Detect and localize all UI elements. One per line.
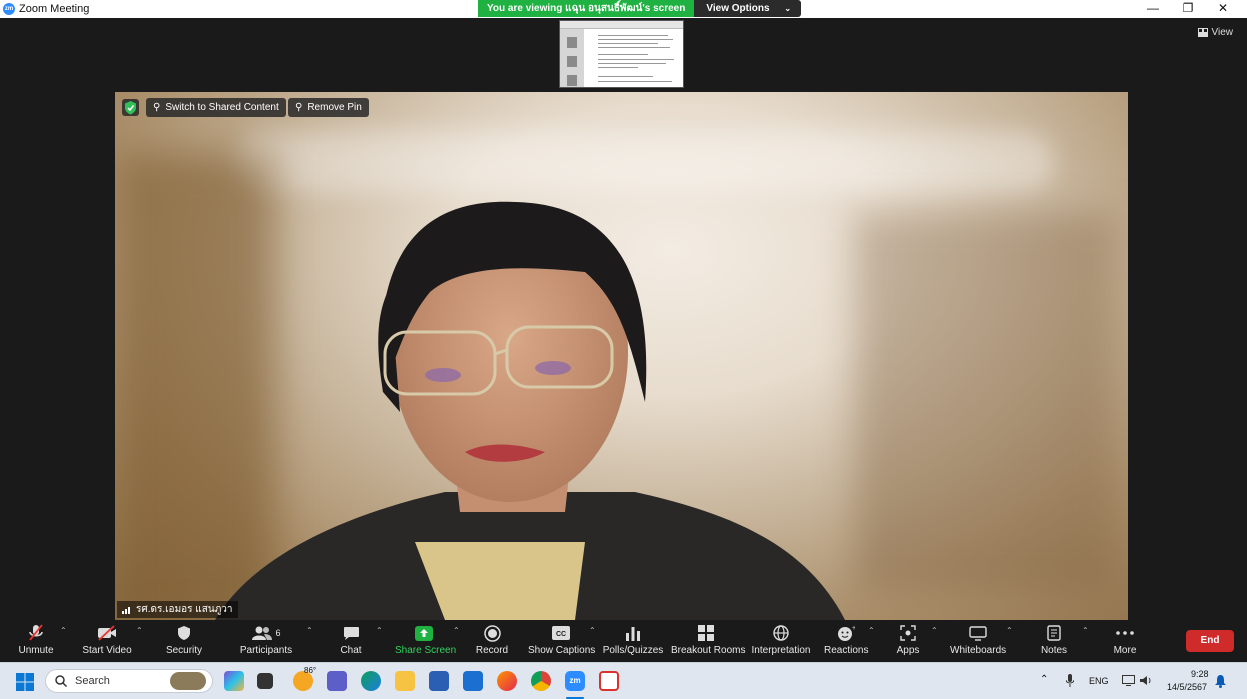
restore-button[interactable]: ❐ [1171,0,1205,18]
mail-icon[interactable] [463,671,483,691]
shield-icon [122,99,139,116]
pdf-reader-icon[interactable] [599,671,619,691]
share-screen-icon [415,625,433,641]
whiteboards-options-caret[interactable]: ⌃ [1002,622,1013,662]
notes-options-caret[interactable]: ⌃ [1078,622,1089,662]
remove-pin-label: Remove Pin [307,102,362,113]
taskbar-search[interactable]: Search [45,669,213,693]
breakout-rooms-button[interactable]: Breakout Rooms [671,622,745,662]
firefox-icon[interactable] [497,671,517,691]
windows-taskbar: Search 86° zm ⌃ ENG 9:28 14/5/2567 [0,662,1247,699]
minimize-button[interactable]: — [1136,0,1170,18]
teams-icon[interactable] [327,671,347,691]
chat-options-caret[interactable]: ⌃ [372,622,383,662]
security-button[interactable]: Security [163,622,205,662]
store-icon[interactable] [429,671,449,691]
share-screen-button[interactable]: Share Screen [395,622,456,662]
notes-button[interactable]: Notes [1039,622,1069,662]
view-button[interactable]: View [1197,27,1234,38]
participant-name: รศ.ดร.เอมอร แสนภูวา [136,604,233,615]
polls-quizzes-button[interactable]: Polls/Quizzes [602,622,664,662]
search-icon [55,675,67,687]
viewing-screen-label: You are viewing แฉุน อนุสนธิ์พัฒน์'s scr… [478,0,695,17]
unmute-button[interactable]: Unmute [14,622,58,662]
remove-pin-button[interactable]: ⚲ Remove Pin [288,98,369,117]
switch-label: Switch to Shared Content [165,102,279,113]
grid-view-icon [1197,28,1208,37]
participant-figure [215,201,845,620]
search-highlight-image [170,672,206,690]
microphone-icon[interactable] [1066,674,1074,687]
record-button[interactable]: Record [474,622,510,662]
captions-options-caret[interactable]: ⌃ [585,622,596,662]
window-title: Zoom Meeting [19,3,90,15]
start-video-button[interactable]: Start Video [82,622,132,662]
participants-count: 6 [275,628,281,638]
chat-button[interactable]: Chat [336,622,366,662]
more-button[interactable]: More [1108,622,1142,662]
signal-strength-icon [122,606,130,614]
share-banner: You are viewing แฉุน อนุสนธิ์พัฒน์'s scr… [478,0,802,17]
audio-options-caret[interactable]: ⌃ [56,622,67,662]
pin-icon: ⚲ [295,102,303,113]
polls-icon [626,626,640,641]
interpretation-button[interactable]: Interpretation [751,622,811,662]
apps-options-caret[interactable]: ⌃ [927,622,938,662]
search-placeholder: Search [75,675,110,687]
video-options-caret[interactable]: ⌃ [132,622,143,662]
whiteboard-icon [969,625,987,641]
clock-time[interactable]: 9:28 [1191,669,1209,679]
zoom-taskbar-icon[interactable]: zm [565,671,585,691]
participant-name-tag: รศ.ดร.เอมอร แสนภูวา [117,601,238,618]
edge-icon[interactable] [361,671,381,691]
video-off-icon [98,625,116,641]
chevron-up-icon[interactable]: ⌃ [1040,674,1048,685]
view-options-label: View Options [706,3,770,14]
switch-to-shared-content-button[interactable]: ⚲ Switch to Shared Content [146,98,286,117]
meeting-toolbar: Unmute ⌃ Start Video ⌃ Security 6 Partic… [0,622,1247,662]
network-icon[interactable] [1122,675,1135,686]
clock-date[interactable]: 14/5/2567 [1167,682,1207,692]
zoom-app-icon: zm [3,3,15,15]
shield-icon [178,626,190,640]
reactions-button[interactable]: + Reactions [824,622,868,662]
participants-icon [252,626,273,640]
windows-start-icon[interactable] [16,673,34,691]
reactions-icon: + [838,625,855,641]
share-options-caret[interactable]: ⌃ [449,622,460,662]
shared-screen-thumbnail[interactable] [559,20,684,88]
volume-icon[interactable] [1140,675,1152,686]
file-explorer-icon[interactable] [395,671,415,691]
breakout-rooms-icon [698,625,714,641]
copilot-icon[interactable] [224,671,244,691]
task-view-icon[interactable] [257,673,273,689]
weather-temperature: 86° [304,666,317,675]
input-language[interactable]: ENG [1089,676,1109,686]
participants-button[interactable]: 6 Participants [238,622,294,662]
apps-icon [900,625,916,641]
participant-video[interactable]: ⚲ Switch to Shared Content ⚲ Remove Pin … [115,92,1128,620]
captions-icon: CC [552,626,570,640]
pin-icon: ⚲ [153,102,161,113]
chevron-down-icon: ⌄ [784,4,792,13]
close-button[interactable]: ✕ [1206,0,1240,18]
notes-icon [1047,625,1061,641]
apps-button[interactable]: Apps [895,622,921,662]
mic-muted-icon [29,624,43,641]
whiteboards-button[interactable]: Whiteboards [950,622,1006,662]
svg-text:+: + [852,625,855,632]
view-options-button[interactable]: View Options ⌄ [694,0,802,17]
globe-icon [773,625,789,641]
reactions-options-caret[interactable]: ⌃ [864,622,875,662]
record-icon [483,624,501,642]
end-meeting-button[interactable]: End [1186,630,1234,652]
view-label: View [1211,27,1234,38]
chat-icon [343,626,359,640]
chrome-icon[interactable] [531,671,551,691]
participants-options-caret[interactable]: ⌃ [302,622,313,662]
notification-bell-icon[interactable] [1215,675,1226,688]
ellipsis-icon [1116,631,1134,635]
svg-text:CC: CC [556,631,566,638]
